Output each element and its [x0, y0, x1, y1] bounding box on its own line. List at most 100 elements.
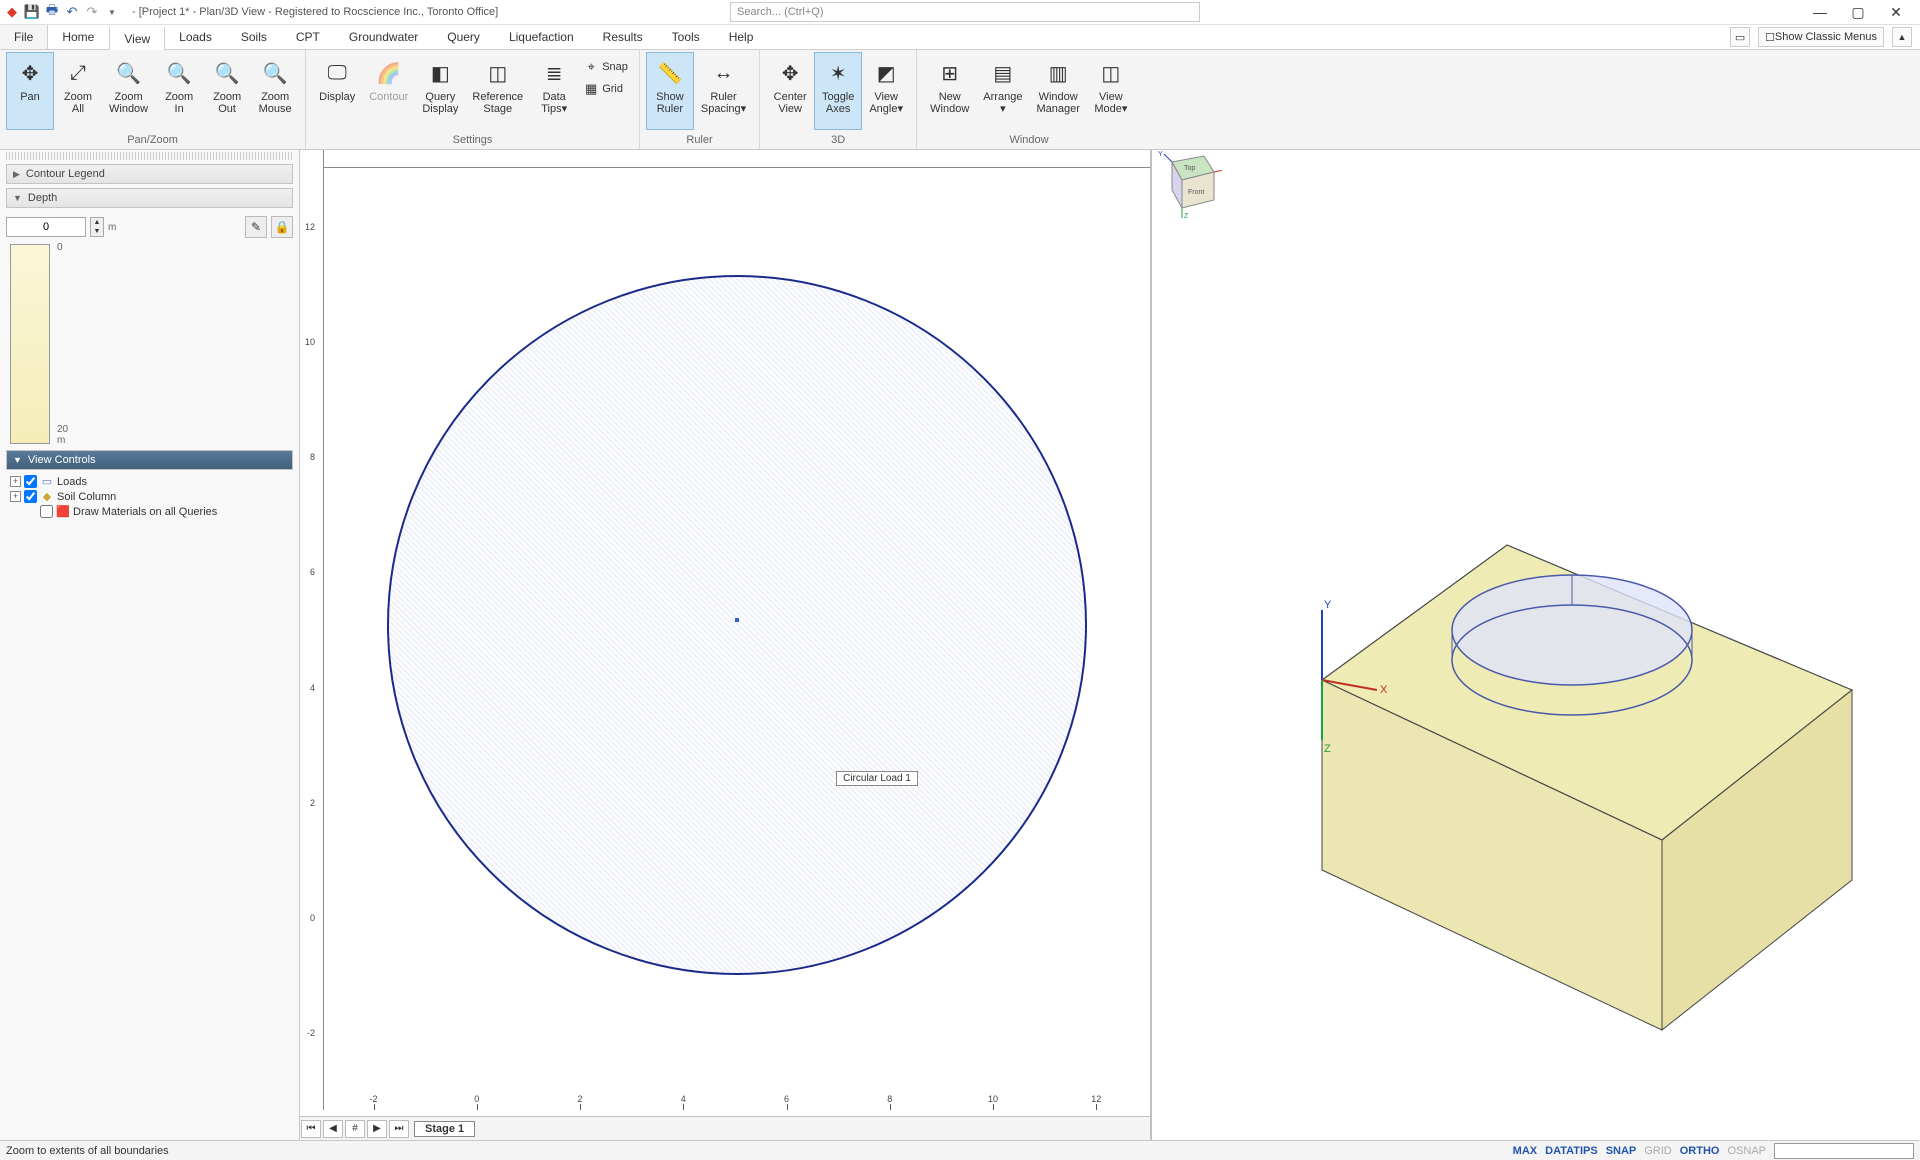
search-input[interactable]: Search... (Ctrl+Q) [730, 2, 1200, 22]
status-bar: Zoom to extents of all boundaries MAX DA… [0, 1140, 1920, 1160]
query-display-button[interactable]: ◧Query Display [415, 52, 465, 130]
stage-last-button[interactable]: ⏭ [389, 1120, 409, 1138]
tree-item-draw[interactable]: 🟥Draw Materials on all Queries [6, 504, 293, 519]
stage-prev-button[interactable]: ◀ [323, 1120, 343, 1138]
zoom-window-icon: 🔍 [113, 57, 145, 89]
ruler-spacing-icon: ↔ [708, 57, 740, 89]
view-angle-button[interactable]: ◩View Angle▾ [862, 52, 910, 130]
tab-cpt[interactable]: CPT [282, 25, 335, 49]
zoom-in-icon: 🔍 [163, 57, 195, 89]
zoom-window-button[interactable]: 🔍Zoom Window [102, 52, 155, 130]
depth-tool-1[interactable]: ✎ [245, 216, 267, 238]
tab-home[interactable]: Home [48, 25, 109, 49]
snap-icon: ⌖ [583, 59, 599, 75]
tree-item-soil[interactable]: +◆Soil Column [6, 489, 293, 504]
soil-checkbox[interactable] [24, 490, 37, 503]
center-view-button[interactable]: ✥Center View [766, 52, 814, 130]
group-label: 3D [766, 132, 910, 149]
stage-view-button[interactable]: # [345, 1120, 365, 1138]
maximize-button[interactable]: ▢ [1848, 4, 1868, 21]
arrange-button[interactable]: ▤Arrange ▾ [976, 52, 1029, 130]
coordinate-input[interactable] [1774, 1143, 1914, 1159]
expand-icon[interactable]: + [10, 476, 21, 487]
toggle-ortho[interactable]: ORTHO [1680, 1145, 1720, 1157]
stage-tab[interactable]: Stage 1 [414, 1121, 475, 1137]
draw-materials-checkbox[interactable] [40, 505, 53, 518]
reference-stage-button[interactable]: ◫Reference Stage [465, 52, 530, 130]
plan-canvas[interactable]: Circular Load 1 -2024681012 [324, 168, 1150, 1110]
depth-header[interactable]: ▼Depth [6, 188, 293, 208]
collapse-ribbon-button[interactable]: ▲ [1892, 27, 1912, 47]
depth-scale-bottom: 20 m [57, 424, 68, 446]
group-window: ⊞New Window ▤Arrange ▾ ▥Window Manager ◫… [917, 50, 1141, 149]
data-tips-button[interactable]: ≣Data Tips▾ [530, 52, 578, 130]
expand-icon[interactable]: + [10, 491, 21, 502]
minimize-button[interactable]: — [1810, 4, 1830, 21]
tab-file[interactable]: File [0, 25, 48, 49]
depth-lock-icon[interactable]: 🔒 [271, 216, 293, 238]
grid-button[interactable]: ▦Grid [578, 78, 633, 100]
tab-query[interactable]: Query [433, 25, 495, 49]
plan-view[interactable]: -2024681012 Circular Load 1 -2024681012 … [300, 150, 1152, 1140]
ruler-spacing-button[interactable]: ↔Ruler Spacing▾ [694, 52, 753, 130]
tab-groundwater[interactable]: Groundwater [335, 25, 433, 49]
load-label[interactable]: Circular Load 1 [836, 771, 918, 786]
depth-gradient[interactable]: 0 20 m [10, 244, 50, 444]
zoom-mouse-icon: 🔍 [259, 57, 291, 89]
zoom-in-button[interactable]: 🔍Zoom In [155, 52, 203, 130]
close-button[interactable]: ✕ [1886, 4, 1906, 21]
view-mode-button[interactable]: ◫View Mode▾ [1087, 52, 1135, 130]
display-button[interactable]: 🖵Display [312, 52, 362, 130]
tab-loads[interactable]: Loads [165, 25, 227, 49]
quick-access-toolbar: ◆ 💾 🖶 ↶ ↷ ▼ [4, 4, 120, 20]
orientation-cube[interactable]: Top Front X Y Z [1152, 150, 1222, 220]
group-settings: 🖵Display 🌈Contour ◧Query Display ◫Refere… [306, 50, 640, 149]
tab-tools[interactable]: Tools [658, 25, 715, 49]
svg-text:X: X [1380, 684, 1388, 696]
snap-button[interactable]: ⌖Snap [578, 56, 633, 78]
3d-canvas[interactable]: Y X Z [1152, 150, 1920, 1120]
stage-next-button[interactable]: ▶ [367, 1120, 387, 1138]
print-icon[interactable]: 🖶 [44, 4, 60, 20]
toggle-max[interactable]: MAX [1513, 1145, 1537, 1157]
ribbon-tabs: File Home View Loads Soils CPT Groundwat… [0, 25, 1920, 50]
toggle-osnap[interactable]: OSNAP [1727, 1145, 1766, 1157]
toggle-snap[interactable]: SNAP [1606, 1145, 1637, 1157]
tab-help[interactable]: Help [715, 25, 769, 49]
zoom-out-button[interactable]: 🔍Zoom Out [203, 52, 251, 130]
horizontal-ruler [324, 150, 1150, 168]
show-classic-menus[interactable]: ☐ Show Classic Menus [1758, 27, 1884, 47]
tab-results[interactable]: Results [589, 25, 658, 49]
save-icon[interactable]: 💾 [24, 4, 40, 20]
contour-button[interactable]: 🌈Contour [362, 52, 415, 130]
loads-checkbox[interactable] [24, 475, 37, 488]
contour-legend-header[interactable]: ▶Contour Legend [6, 164, 293, 184]
tab-view[interactable]: View [109, 26, 165, 50]
qat-dropdown-icon[interactable]: ▼ [104, 4, 120, 20]
zoom-all-button[interactable]: ⤢Zoom All [54, 52, 102, 130]
depth-spinner[interactable]: ▲▼ [90, 217, 104, 237]
pan-button[interactable]: ✥Pan [6, 52, 54, 130]
group-3d: ✥Center View ✶Toggle Axes ◩View Angle▾ 3… [760, 50, 917, 149]
zoom-mouse-button[interactable]: 🔍Zoom Mouse [251, 52, 299, 130]
show-ruler-button[interactable]: 📏Show Ruler [646, 52, 694, 130]
panel-gripper[interactable] [6, 152, 293, 160]
3d-view[interactable]: Y X Z Top Front X Y Z [1152, 150, 1920, 1140]
undo-icon[interactable]: ↶ [64, 4, 80, 20]
window-manager-icon: ▥ [1042, 57, 1074, 89]
redo-icon[interactable]: ↷ [84, 4, 100, 20]
toggle-datatips[interactable]: DATATIPS [1545, 1145, 1598, 1157]
toggle-grid[interactable]: GRID [1644, 1145, 1672, 1157]
tree-item-loads[interactable]: +▭Loads [6, 474, 293, 489]
window-title: - [Project 1* - Plan/3D View - Registere… [132, 6, 498, 18]
ribbon-display-options[interactable]: ▭ [1730, 27, 1750, 47]
window-manager-button[interactable]: ▥Window Manager [1029, 52, 1086, 130]
new-window-button[interactable]: ⊞New Window [923, 52, 976, 130]
stage-first-button[interactable]: ⏮ [301, 1120, 321, 1138]
view-controls-header[interactable]: ▼View Controls [6, 450, 293, 470]
tab-soils[interactable]: Soils [227, 25, 282, 49]
toggle-axes-button[interactable]: ✶Toggle Axes [814, 52, 862, 130]
depth-input[interactable] [6, 217, 86, 237]
circular-load-shape[interactable] [387, 275, 1087, 975]
tab-liquefaction[interactable]: Liquefaction [495, 25, 589, 49]
